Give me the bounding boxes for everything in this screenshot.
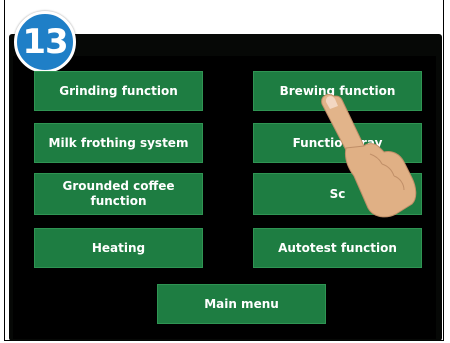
autotest-function-button[interactable]: Autotest function — [253, 228, 422, 268]
grinding-function-button[interactable]: Grinding function — [34, 71, 203, 111]
grounded-coffee-function-button[interactable]: Grounded coffee function — [34, 173, 203, 215]
heating-button[interactable]: Heating — [34, 228, 203, 268]
main-menu-button[interactable]: Main menu — [157, 284, 326, 324]
pointing-hand-icon — [321, 93, 417, 218]
milk-frothing-system-button[interactable]: Milk frothing system — [34, 123, 203, 163]
step-number-badge: 13 — [14, 11, 76, 73]
grounded-coffee-label-line2: function — [90, 194, 147, 208]
grounded-coffee-label-line1: Grounded coffee — [62, 179, 175, 193]
